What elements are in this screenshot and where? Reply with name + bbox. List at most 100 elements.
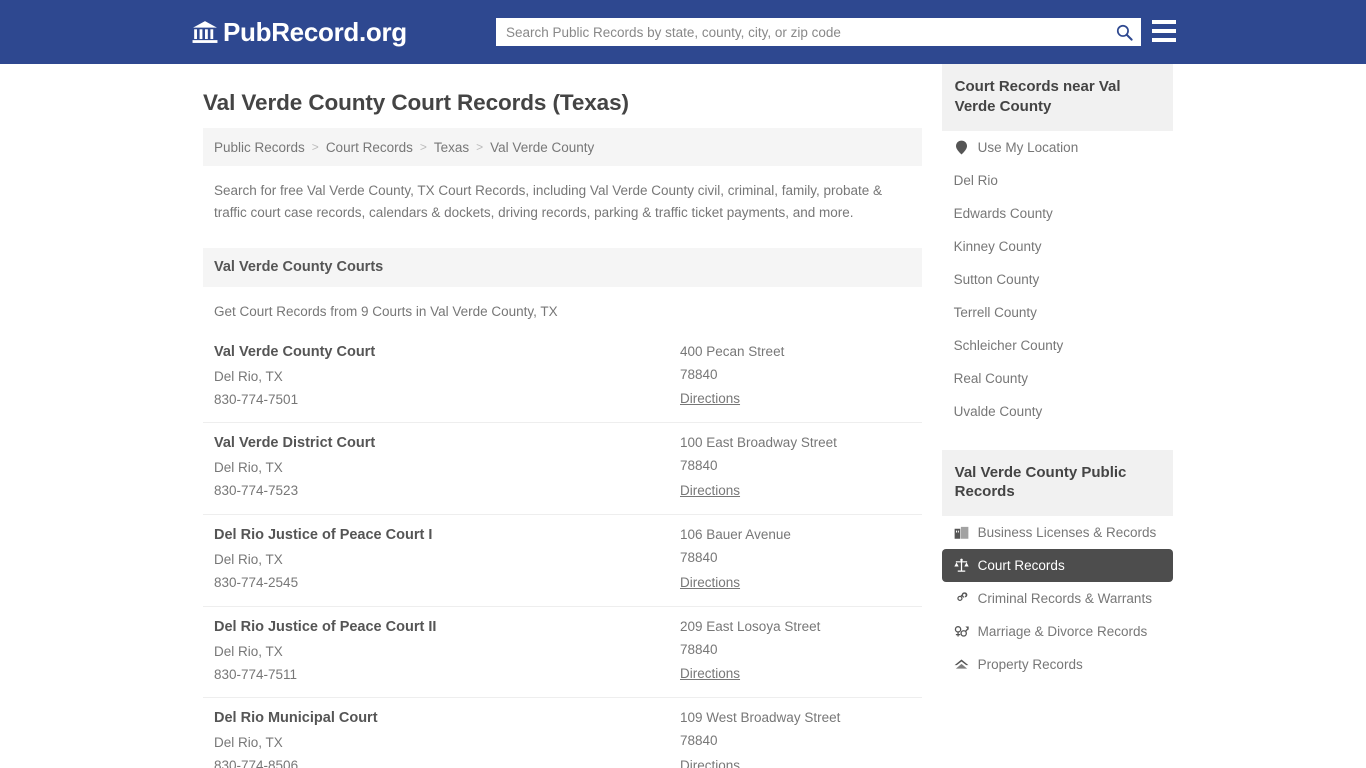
court-row: Del Rio Municipal Court Del Rio, TX 830-77… (203, 698, 922, 768)
court-name[interactable]: Del Rio Municipal Court (214, 711, 680, 727)
court-address: 209 East Losoya Street (680, 618, 821, 634)
court-zip: 78840 (680, 366, 718, 382)
hamburger-bar (1152, 20, 1176, 24)
nearby-link-label: Edwards County (953, 205, 1053, 221)
search-icon (1116, 24, 1133, 41)
court-row: Val Verde District Court Del Rio, TX 830-7… (203, 423, 922, 516)
court-phone: 830-774-7511 (214, 666, 298, 682)
court-row-right: 109 West Broadway Street 78840 Directions (680, 711, 911, 768)
list-item: Property Records (942, 648, 1173, 681)
nearby-link-terrell-county[interactable]: Terrell County (942, 296, 1173, 329)
search-button[interactable] (1107, 18, 1141, 46)
court-row-left: Del Rio Justice of Peace Court II Del Rio… (214, 619, 680, 684)
public-records-link-label: Marriage & Divorce Records (977, 624, 1148, 640)
sidebar: Court Records near Val Verde County Use … (941, 64, 1173, 768)
directions-link[interactable]: Directions (680, 758, 740, 768)
breadcrumb-item-public-records[interactable]: Public Records (214, 140, 305, 155)
list-item: Sutton County (942, 263, 1173, 296)
gender-symbols-icon (954, 624, 969, 639)
nearby-link-label: Terrell County (953, 304, 1037, 320)
nearby-link-schleicher-county[interactable]: Schleicher County (942, 329, 1173, 362)
court-row: Del Rio Justice of Peace Court I Del Rio,… (203, 515, 922, 607)
directions-link[interactable]: Directions (680, 575, 740, 590)
page-title: Val Verde County Court Records (Texas) (203, 90, 629, 115)
court-zip: 78840 (680, 733, 718, 749)
court-zip: 78840 (680, 641, 718, 657)
nearby-widget-heading: Court Records near Val Verde County (941, 64, 1173, 131)
nearby-link-edwards-county[interactable]: Edwards County (942, 197, 1173, 230)
directions-link[interactable]: Directions (680, 666, 740, 681)
search-input[interactable] (496, 19, 1107, 45)
nearby-link-label: Sutton County (953, 271, 1040, 287)
court-row-left: Val Verde District Court Del Rio, TX 830-7… (214, 435, 680, 500)
court-name[interactable]: Del Rio Justice of Peace Court II (214, 619, 680, 636)
public-records-link-property-records[interactable]: Property Records (942, 648, 1173, 681)
court-name[interactable]: Val Verde District Court (214, 435, 680, 452)
briefcase-icon (954, 525, 969, 540)
breadcrumb-separator: > (311, 140, 319, 154)
main-content: Val Verde County Court Records (Texas) P… (203, 64, 922, 768)
hamburger-bar (1152, 29, 1176, 33)
court-name[interactable]: Val Verde County Court (214, 344, 680, 361)
breadcrumb-item-court-records[interactable]: Court Records (326, 140, 413, 155)
nearby-link-kinney-county[interactable]: Kinney County (942, 230, 1173, 263)
courts-section-heading: Val Verde County Courts (203, 247, 922, 287)
public-records-widget-heading: Val Verde County Public Records (941, 449, 1173, 517)
site-logo[interactable]: PubRecord.org (192, 19, 407, 45)
list-item: Court Records (941, 549, 1173, 583)
nearby-link-real-county[interactable]: Real County (942, 362, 1173, 395)
list-item: Use My Location (942, 131, 1173, 164)
public-records-link-criminal-records-warrants[interactable]: Criminal Records & Warrants (942, 582, 1173, 615)
public-records-link-court-records[interactable]: Court Records (941, 549, 1173, 583)
public-records-link-label: Criminal Records & Warrants (977, 591, 1152, 607)
public-records-link-label: Court Records (977, 558, 1065, 574)
list-item: Real County (942, 362, 1173, 395)
list-item: Uvalde County (942, 395, 1173, 428)
nearby-link-use-my-location[interactable]: Use My Location (942, 131, 1173, 164)
list-item: Business Licenses & Records (942, 516, 1173, 549)
nearby-link-label: Schleicher County (953, 337, 1064, 353)
court-city: Del Rio, TX (214, 460, 283, 476)
nearby-link-del-rio[interactable]: Del Rio (942, 164, 1173, 197)
page-intro-text: Search for free Val Verde County, TX Cou… (214, 183, 883, 220)
list-item: Terrell County (942, 296, 1173, 329)
courts-section-subtitle: Get Court Records from 9 Courts in Val V… (214, 303, 558, 319)
list-item: Criminal Records & Warrants (942, 582, 1173, 615)
public-records-link-label: Property Records (977, 657, 1083, 673)
list-item: Del Rio (942, 164, 1173, 197)
court-row-right: 209 East Losoya Street 78840 Directions (680, 618, 911, 684)
scales-of-justice-icon (954, 558, 969, 573)
court-zip: 78840 (680, 458, 718, 474)
courts-list: Val Verde County Court Del Rio, TX 830-774… (203, 332, 922, 768)
nearby-links-list: Use My Location Del Rio Edwards County Kinn… (942, 131, 1173, 428)
directions-link[interactable]: Directions (680, 391, 740, 406)
public-records-widget: Val Verde County Public Records Business… (941, 449, 1173, 682)
hamburger-menu-icon[interactable] (1152, 20, 1176, 42)
nearby-link-sutton-county[interactable]: Sutton County (942, 263, 1173, 296)
court-address: 106 Bauer Avenue (680, 527, 791, 543)
breadcrumb-item-texas[interactable]: Texas (434, 140, 469, 155)
court-phone: 830-774-7523 (214, 483, 299, 499)
list-item: Kinney County (942, 230, 1173, 263)
directions-link[interactable]: Directions (680, 483, 740, 498)
list-item: Marriage & Divorce Records (942, 615, 1173, 648)
court-address: 109 West Broadway Street (680, 710, 841, 726)
nearby-link-label: Uvalde County (953, 403, 1043, 419)
nearby-link-label: Del Rio (953, 172, 998, 188)
breadcrumb: Public Records > Court Records > Texas >… (203, 128, 922, 166)
court-name[interactable]: Del Rio Justice of Peace Court I (214, 527, 680, 544)
site-header: PubRecord.org (0, 0, 1366, 64)
nearby-link-label: Real County (953, 370, 1028, 386)
public-records-link-marriage-divorce-records[interactable]: Marriage & Divorce Records (942, 615, 1173, 648)
breadcrumb-separator: > (476, 140, 484, 154)
court-row-left: Del Rio Municipal Court Del Rio, TX 830-77… (214, 711, 680, 768)
public-records-link-business-licenses-records[interactable]: Business Licenses & Records (942, 516, 1173, 549)
page-body: Val Verde County Court Records (Texas) P… (0, 64, 1366, 768)
map-pin-icon (954, 140, 969, 155)
court-row: Val Verde County Court Del Rio, TX 830-774… (203, 332, 922, 424)
list-item: Schleicher County (942, 329, 1173, 362)
hamburger-bar (1152, 38, 1176, 42)
nearby-court-records-widget: Court Records near Val Verde County Use … (941, 64, 1173, 428)
breadcrumb-item-val-verde-county[interactable]: Val Verde County (490, 140, 594, 155)
nearby-link-uvalde-county[interactable]: Uvalde County (942, 395, 1173, 428)
